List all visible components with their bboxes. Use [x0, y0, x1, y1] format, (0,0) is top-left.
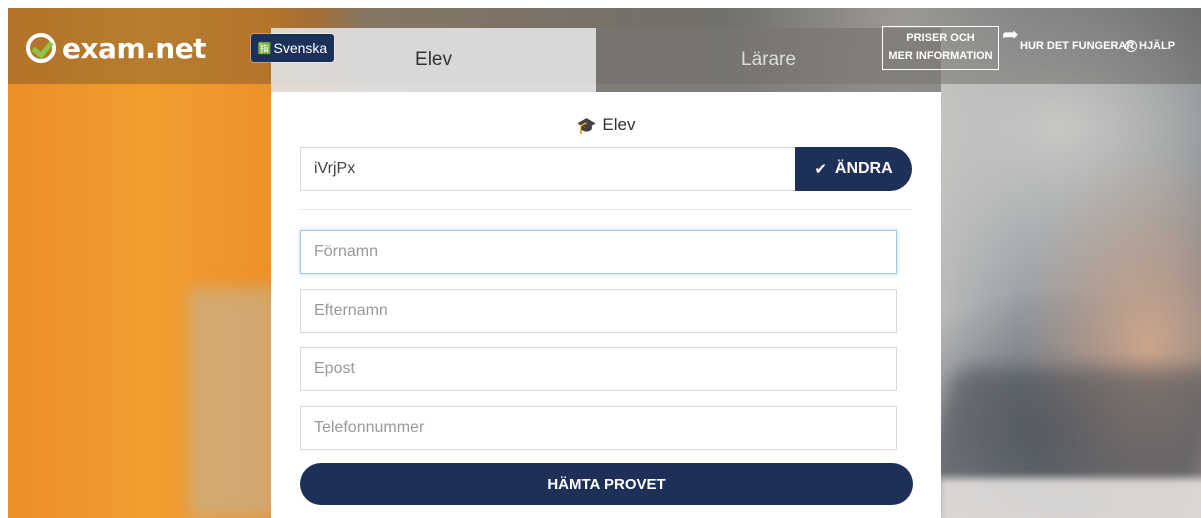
change-exam-key-button[interactable]: ✔ ÄNDRA — [795, 147, 912, 191]
divider — [300, 209, 912, 210]
panel-title-label: Elev — [602, 115, 636, 134]
panel-title: 🎓 Elev — [271, 115, 941, 135]
exam-key-row: iVrjPx ✔ ÄNDRA — [300, 147, 912, 191]
tab-teacher-label: Lärare — [741, 49, 796, 70]
language-selector[interactable]: 🈯 Svenska — [251, 34, 334, 62]
language-icon: 🈯 — [257, 41, 272, 55]
checkmark-circle-icon — [26, 33, 56, 63]
change-button-label: ÄNDRA — [834, 160, 893, 177]
graduation-cap-icon: 🎓 — [576, 115, 597, 135]
nav-help[interactable]: ? HJÄLP — [1125, 40, 1176, 53]
pricing-line-2: MER INFORMATION — [888, 50, 993, 62]
pricing-line-1: PRISER OCH — [906, 32, 975, 44]
checkmark-icon: ✔ — [814, 160, 827, 178]
fetch-exam-label: HÄMTA PROVET — [547, 475, 666, 493]
help-icon: ? — [1125, 40, 1137, 53]
last-name-field[interactable]: Efternamn — [300, 289, 897, 333]
phone-field[interactable]: Telefonnummer — [300, 406, 897, 450]
first-name-field[interactable]: Förnamn — [300, 230, 897, 274]
fetch-exam-button[interactable]: HÄMTA PROVET — [300, 463, 913, 505]
logo-text: exam.net — [62, 31, 207, 65]
email-field[interactable]: Epost — [300, 347, 897, 391]
language-label: Svenska — [273, 40, 328, 56]
login-panel: 🎓 Elev iVrjPx ✔ ÄNDRA Förnamn Efternamn … — [271, 92, 941, 518]
tab-student-label: Elev — [415, 49, 452, 70]
nav-help-label: HJÄLP — [1139, 40, 1176, 52]
exam-key-input[interactable]: iVrjPx — [300, 147, 796, 191]
share-arrow-icon: ➦ — [1002, 22, 1019, 46]
exam-net-logo[interactable]: exam.net — [26, 30, 207, 66]
nav-how-it-works[interactable]: HUR DET FUNGERAR — [1020, 40, 1134, 52]
pricing-info-button[interactable]: PRISER OCH MER INFORMATION — [882, 26, 999, 70]
